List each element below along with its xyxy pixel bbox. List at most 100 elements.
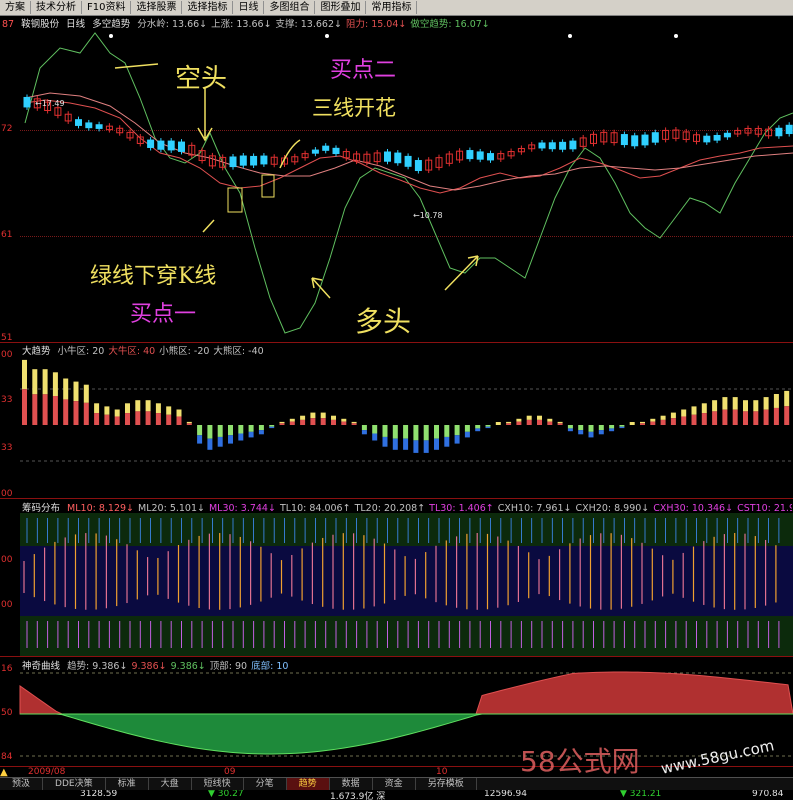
stock-name: 鞍钢股份 [21,19,60,28]
price-low-value: 10.78 [420,211,443,220]
panel2-canvas[interactable] [0,355,793,498]
menu-item[interactable]: 多图组合 [264,1,316,14]
trend-bar-segment [83,402,89,425]
trend-bar-segment [32,369,38,395]
trend-bar-segment [691,406,697,415]
menu-item[interactable]: F10资料 [82,1,132,14]
trend-bar-segment [104,406,110,415]
trend-bar-segment [94,403,100,414]
candle-body [487,153,494,161]
trend-bar-segment [155,413,161,425]
candle-body [785,124,793,135]
main-info-bar: 87 鞍钢股份 日线 多空趋势 分水岭: 13.66↓ 上涨: 13.66↓ 支撑:… [2,16,792,28]
candle-body [332,147,340,155]
candle-body [311,149,319,154]
trend-bar-segment [464,431,470,438]
ticker-bar: 3128.59 ▼ 30.27 1.673.9亿 深 12596.94 ▼ 321.21… [0,790,793,800]
trend-bar-segment [320,412,326,419]
trend-bar-segment [773,394,779,408]
trend-bar-segment [537,415,542,420]
trend-bar-segment [784,406,790,425]
trend-bar-segment [753,400,759,412]
price-high-value: 17.49 [42,99,65,108]
trend-bar-segment [63,378,69,400]
panel-separator [0,498,793,499]
trend-bar-segment [526,419,532,425]
menu-item[interactable]: 选择指标 [182,1,234,14]
trend-bar-segment [73,401,79,425]
trend-bar-segment [166,414,172,425]
annotation-sanxian: 三线开花 [312,96,396,120]
indicator-value: 大熊区: -40 [213,346,264,355]
trend-bar-segment [557,423,563,425]
indicator-value: CXH30: 10.346↓ [653,503,734,512]
annotation-lvxian: 绿线下穿K线 [90,264,217,289]
candle-body [476,151,484,160]
panel4-canvas[interactable] [0,670,793,766]
indicator-value: CST10: 21.90 [737,503,792,512]
trend-bar-segment [464,425,470,432]
trend-bar-segment [341,421,347,425]
ticker-value: ▼ 30.27 [208,790,244,799]
trend-bar-segment [114,409,120,417]
trend-bar-segment [475,425,481,429]
menu-item[interactable]: 技术分析 [31,1,82,14]
candle-body [167,140,175,151]
trend-bar-segment [125,413,130,425]
indicator-value: 支撑: 13.662↓ [275,19,342,28]
trend-bar-segment [166,406,172,415]
trend-bar-segment [701,413,707,425]
candle-body [250,155,258,166]
trend-bar-segment [743,411,748,425]
trend-bar-segment [114,416,120,425]
indicator-value: 小熊区: -20 [159,346,210,355]
trend-bar-segment [52,372,58,397]
menu-item[interactable]: 方案 [0,1,31,14]
menu-item[interactable]: 选择股票 [131,1,183,14]
candle-body [651,132,659,143]
trend-bar-segment [248,425,254,432]
x-label-month: 10 [436,767,448,777]
trend-bar-segment [125,403,130,414]
event-star [325,34,329,38]
ticker-value: 1.673.9亿 深 [330,792,386,800]
trend-bar-segment [784,390,790,407]
trend-bar-segment [372,433,378,441]
indicator-value: CXH20: 8.990↓ [575,503,650,512]
candle-body [95,124,103,129]
trend-bar-segment [640,423,645,425]
trend-bar-segment [238,425,244,434]
menu-item[interactable]: 日线 [233,1,265,14]
trend-bar-segment [300,419,306,425]
trend-bar-segment [640,421,645,424]
trend-bar-segment [372,425,378,434]
trend-bar-segment [732,397,738,410]
bottom-tabs: 预汲 DDE决策 标准 大盘 短线快 分笔 趋势 数据 资金 另存模板 [0,777,793,791]
trend-bar-segment [52,396,58,425]
trend-bar-segment [701,403,707,414]
panel3-canvas[interactable] [0,513,793,656]
trend-bar-segment [763,409,769,425]
trend-bar-segment [516,421,522,425]
trend-bar-segment [629,422,635,425]
menu-item[interactable]: 常用指标 [366,1,418,14]
trend-bar-segment [269,426,275,429]
annotation-maidian1: 买点一 [130,302,197,327]
panel4-title: 神奇曲线 [22,661,61,670]
trend-bar-segment [186,421,192,424]
trend-bar-segment [331,419,336,425]
trend-bar-segment [320,418,326,425]
trend-bar-segment [269,425,275,427]
candle-body [569,140,577,150]
trend-bar-segment [681,409,687,417]
candle-body [85,122,93,129]
menu-item[interactable]: 图形叠加 [315,1,367,14]
trend-bar-segment [238,433,244,441]
candle-body [466,150,474,160]
main-chart-canvas[interactable]: ←17.49 ←10.78 [0,28,793,343]
indicator-value: ML30: 3.744↓ [208,503,276,512]
trend-bar-segment [258,425,264,431]
trend-bar-segment [22,389,27,425]
trend-bar-segment [619,426,625,429]
trend-bar-segment [691,414,697,425]
